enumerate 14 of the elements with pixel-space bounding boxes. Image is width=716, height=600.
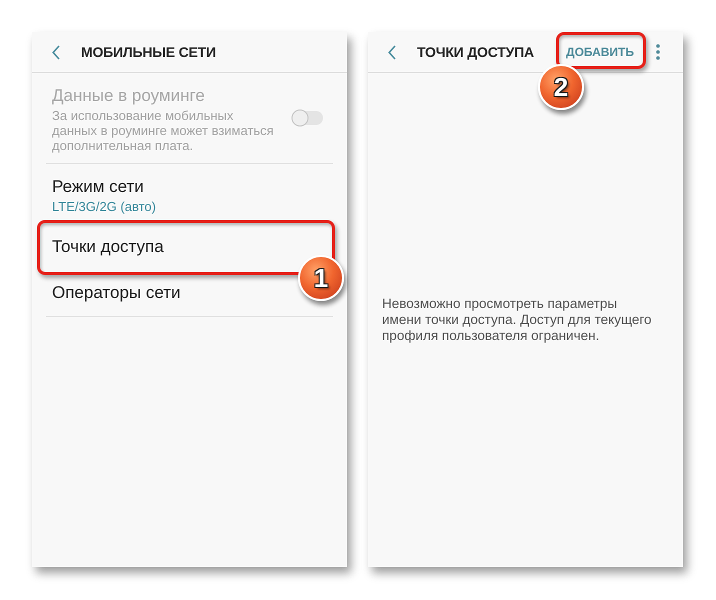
add-button[interactable]: ДОБАВИТЬ [556, 42, 644, 62]
setting-subtitle: За использование мобильных данных в роуминге может взиматься дополнительная плата. [52, 108, 275, 153]
empty-message: Невозможно просмотреть параметры имени точки доступа. Доступ для текущего профиля пользователя ограничен. [382, 296, 653, 344]
screen-title: МОБИЛЬНЫЕ СЕТИ [81, 44, 216, 60]
screen-title: ТОЧКИ ДОСТУПА [417, 44, 534, 60]
back-icon[interactable] [388, 44, 396, 60]
setting-title[interactable]: Режим сети [52, 177, 325, 197]
setting-title[interactable]: Точки доступа [52, 237, 325, 257]
step-number-badge: 2 [538, 64, 584, 110]
setting-subtitle: LTE/3G/2G (авто) [52, 199, 157, 214]
back-icon[interactable] [52, 44, 60, 60]
step-number-badge: 1 [298, 255, 344, 301]
more-icon[interactable] [656, 44, 660, 60]
setting-title: Данные в роуминге [52, 86, 206, 106]
